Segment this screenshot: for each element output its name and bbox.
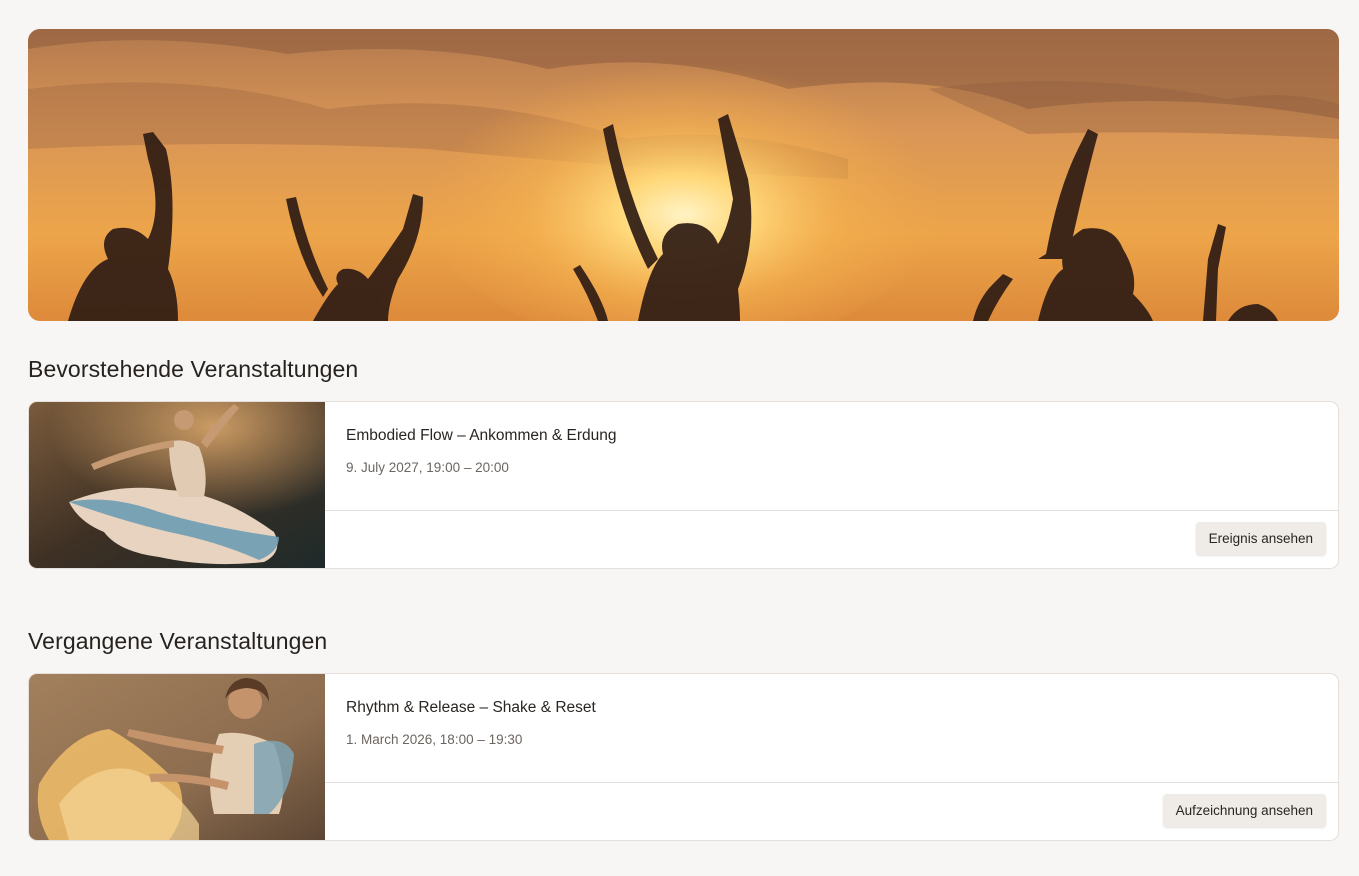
dancer-flowing-dress-illustration xyxy=(29,402,325,568)
event-footer: Ereignis ansehen xyxy=(325,510,1338,568)
view-recording-button[interactable]: Aufzeichnung ansehen xyxy=(1162,794,1326,827)
upcoming-events-heading: Bevorstehende Veranstaltungen xyxy=(28,356,359,382)
event-date: 1. March 2026, 18:00 – 19:30 xyxy=(346,732,523,747)
hero-image xyxy=(28,29,1339,321)
dancer-smiling-spinning-illustration xyxy=(29,674,325,840)
view-event-button[interactable]: Ereignis ansehen xyxy=(1195,522,1326,555)
event-thumbnail xyxy=(29,402,325,568)
event-thumbnail xyxy=(29,674,325,840)
event-details: Embodied Flow – Ankommen & Erdung 9. Jul… xyxy=(325,402,1338,511)
hero-sunset-dancers-illustration xyxy=(28,29,1339,321)
event-card-upcoming: Embodied Flow – Ankommen & Erdung 9. Jul… xyxy=(28,401,1339,569)
event-details: Rhythm & Release – Shake & Reset 1. Marc… xyxy=(325,674,1338,783)
event-footer: Aufzeichnung ansehen xyxy=(325,782,1338,840)
event-title: Embodied Flow – Ankommen & Erdung xyxy=(346,427,617,444)
event-title: Rhythm & Release – Shake & Reset xyxy=(346,699,596,716)
past-events-heading: Vergangene Veranstaltungen xyxy=(28,628,328,654)
event-date: 9. July 2027, 19:00 – 20:00 xyxy=(346,460,509,475)
event-card-past: Rhythm & Release – Shake & Reset 1. Marc… xyxy=(28,673,1339,841)
events-page: Bevorstehende Veranstaltungen Embodied F… xyxy=(0,0,1359,876)
